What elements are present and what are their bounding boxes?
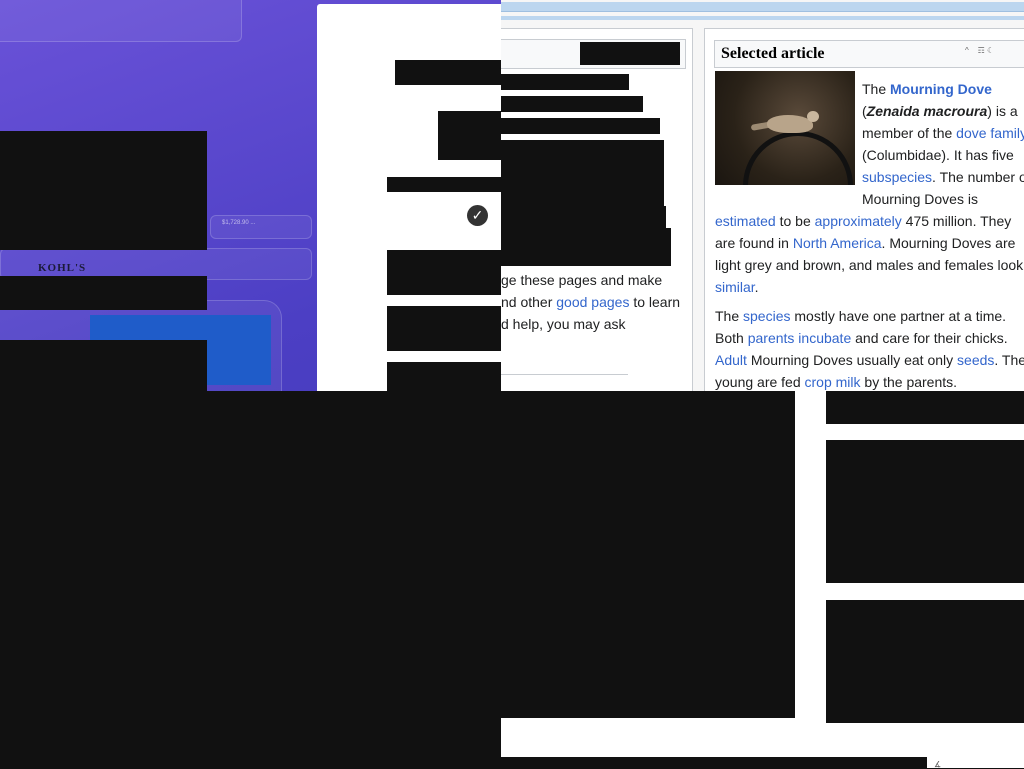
selected-article-header: Selected article ^ ☶ ☾ bbox=[714, 40, 1024, 68]
background-price-box bbox=[210, 215, 312, 239]
text-fragment: The bbox=[715, 308, 740, 324]
article-line: Mourning Doves is bbox=[862, 188, 978, 210]
parents-link[interactable]: parents bbox=[748, 330, 795, 346]
article-line: similar. bbox=[715, 276, 759, 298]
text-fragment: Mourning Doves is bbox=[862, 191, 978, 207]
background-price-text: $1,728.90 ... bbox=[222, 220, 256, 226]
text-fragment: and care for their chicks. bbox=[855, 330, 1008, 346]
redaction-block bbox=[501, 757, 927, 768]
mourning-dove-image[interactable] bbox=[715, 71, 855, 185]
article-line: estimated to be approximately 475 millio… bbox=[715, 210, 1011, 232]
left-column-line: d help, you may ask bbox=[501, 313, 626, 335]
text-fragment: member of the bbox=[862, 125, 953, 141]
page-top-bar-lower bbox=[501, 16, 1024, 20]
redaction-block bbox=[395, 60, 501, 85]
redaction-block bbox=[387, 177, 501, 192]
redaction-block bbox=[580, 42, 680, 65]
article-line: (Columbidae). It has five bbox=[862, 144, 1014, 166]
subspecies-link[interactable]: subspecies bbox=[862, 169, 932, 185]
approximately-link[interactable]: approximately bbox=[815, 213, 902, 229]
text-fragment: Both bbox=[715, 330, 744, 346]
article-line: light grey and brown, and males and fema… bbox=[715, 254, 1023, 276]
adult-link[interactable]: Adult bbox=[715, 352, 747, 368]
text-fragment: by the parents. bbox=[864, 374, 958, 390]
article-line: Both parents incubate and care for their… bbox=[715, 327, 1008, 349]
redaction-block bbox=[826, 600, 1024, 723]
redaction-block bbox=[0, 391, 501, 768]
text-fragment: ) is a bbox=[987, 103, 1018, 119]
divider bbox=[501, 374, 628, 375]
good-pages-link[interactable]: good pages bbox=[556, 294, 629, 310]
article-line: are found in North America. Mourning Dov… bbox=[715, 232, 1015, 254]
article-line: The species mostly have one partner at a… bbox=[715, 305, 1006, 327]
background-panel bbox=[0, 0, 242, 42]
text-fragment: . The bbox=[994, 352, 1024, 368]
perch-shape bbox=[743, 131, 853, 185]
seeds-link[interactable]: seeds bbox=[957, 352, 994, 368]
text-fragment: . bbox=[754, 279, 759, 295]
article-line: (Zenaida macroura) is a bbox=[862, 100, 1018, 122]
left-column-line: ge these pages and make bbox=[501, 269, 662, 291]
redaction-block bbox=[0, 131, 207, 250]
bird-body-shape bbox=[767, 115, 813, 133]
redaction-block bbox=[501, 74, 629, 90]
check-circle-icon: ✓ bbox=[467, 205, 488, 226]
store-logo: KOHL'S bbox=[38, 262, 87, 274]
redaction-block bbox=[501, 206, 666, 228]
similar-link[interactable]: similar bbox=[715, 279, 755, 295]
north-america-link[interactable]: North America bbox=[793, 235, 882, 251]
page-top-bar bbox=[501, 2, 1024, 12]
text-fragment: ge these pages and make bbox=[501, 272, 663, 288]
text-fragment: are found in bbox=[715, 235, 789, 251]
left-column-line: nd other good pages to learn bbox=[501, 291, 680, 313]
text-fragment: to learn bbox=[633, 294, 681, 310]
article-line: Adult Mourning Doves usually eat only se… bbox=[715, 349, 1024, 371]
redaction-block bbox=[826, 391, 1024, 424]
text-fragment: Mourning Doves usually eat only bbox=[750, 352, 954, 368]
redaction-block bbox=[0, 276, 207, 310]
text-fragment: . Mourning Doves are bbox=[881, 235, 1016, 251]
text-fragment: (Columbidae). It has five bbox=[862, 147, 1014, 163]
crop-milk-link[interactable]: crop milk bbox=[805, 374, 861, 390]
text-fragment: light grey and brown, and males and fema… bbox=[715, 257, 1024, 273]
scientific-name: Zenaida macroura bbox=[866, 103, 988, 119]
text-fragment: The bbox=[862, 81, 887, 97]
redaction-block bbox=[501, 228, 671, 266]
redaction-block bbox=[826, 440, 1024, 583]
selected-article-title: Selected article bbox=[721, 45, 825, 62]
redaction-block bbox=[501, 140, 664, 210]
article-line: member of the dove family bbox=[862, 122, 1024, 144]
dove-family-link[interactable]: dove family bbox=[956, 125, 1024, 141]
text-fragment: mostly have one partner at a time. bbox=[794, 308, 1007, 324]
text-fragment: 475 million. They bbox=[905, 213, 1012, 229]
text-fragment: nd other bbox=[501, 294, 553, 310]
article-line: subspecies. The number of bbox=[862, 166, 1024, 188]
article-line: young are fed crop milk by the parents. bbox=[715, 371, 957, 393]
text-fragment: to be bbox=[779, 213, 811, 229]
mourning-dove-link[interactable]: Mourning Dove bbox=[890, 81, 992, 97]
redaction-block bbox=[501, 391, 795, 718]
redaction-block bbox=[501, 96, 643, 112]
redaction-block bbox=[387, 306, 501, 351]
redaction-block bbox=[501, 118, 660, 134]
header-decoration-icon: ^ ☶ ☾ bbox=[965, 46, 995, 55]
estimated-link[interactable]: estimated bbox=[715, 213, 776, 229]
text-fragment: . The number of bbox=[932, 169, 1024, 185]
redaction-block bbox=[387, 250, 501, 295]
bird-head-shape bbox=[807, 111, 819, 122]
article-line: The Mourning Dove bbox=[862, 78, 992, 100]
text-fragment: young are fed bbox=[715, 374, 801, 390]
text-fragment: d help, you may ask bbox=[501, 316, 626, 332]
redaction-block bbox=[438, 111, 501, 160]
species-link[interactable]: species bbox=[743, 308, 790, 324]
incubate-link[interactable]: incubate bbox=[798, 330, 851, 346]
